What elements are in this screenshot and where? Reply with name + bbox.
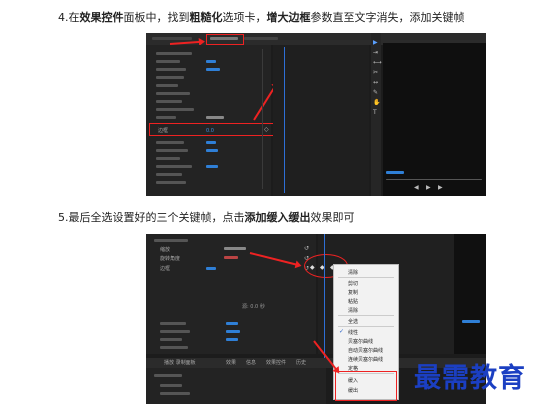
list-item [160, 384, 182, 387]
slip-tool-icon[interactable]: ↔ [373, 79, 378, 86]
prop-row [160, 338, 182, 341]
menu-item-clear[interactable]: 清除 [348, 269, 358, 276]
menu-item-linear[interactable]: 线性 [348, 329, 358, 336]
step-back-icon[interactable]: ◀ [414, 184, 419, 191]
prop-row [156, 76, 184, 79]
prop-value [206, 68, 220, 71]
tab-effect-controls[interactable]: 效果控件 [266, 360, 286, 366]
prop-value [206, 116, 224, 119]
prop-row [160, 322, 186, 325]
tab-media-browser[interactable]: 播放 录制面板 [164, 360, 196, 366]
ease-in-out-highlight [335, 371, 397, 401]
prop-value [206, 60, 216, 63]
color-swatch [224, 256, 238, 259]
menu-separator [338, 315, 394, 316]
tab-placeholder [244, 37, 278, 40]
tab-info[interactable]: 信息 [246, 360, 256, 366]
menu-item-delete[interactable]: 清除 [348, 307, 358, 314]
timeline-label: 源: 0.0 秒 [242, 304, 265, 310]
prop-row [160, 346, 188, 349]
keyframe-column-divider [262, 49, 263, 189]
step-5-caption: 5.最后全选设置好的三个关键帧，点击添加缓入缓出效果即可 [58, 211, 355, 224]
prop-row [156, 108, 194, 111]
track-select-icon[interactable]: ⇥ [373, 49, 378, 56]
menu-item-select-all[interactable]: 全选 [348, 318, 358, 325]
prop-row [156, 92, 190, 95]
prop-row [160, 330, 190, 333]
effect-controls-panel [146, 234, 316, 354]
prop-row [156, 60, 180, 63]
border-row-label: 边框 [160, 266, 171, 272]
keyframe-timeline [273, 45, 369, 196]
prop-row [156, 149, 188, 152]
rotation-row-label: 旋转角度 [160, 256, 181, 262]
prop-value [206, 149, 218, 152]
prop-row [156, 157, 180, 160]
prop-row [156, 173, 182, 176]
razor-tool-icon[interactable]: ✂ [373, 69, 378, 76]
menu-item-auto-bezier[interactable]: 自动贝塞尔曲线 [348, 347, 383, 354]
prop-value [226, 322, 238, 325]
prop-row [156, 165, 192, 168]
step-forward-icon[interactable]: ▶ [438, 184, 443, 191]
prop-value [226, 330, 240, 333]
prop-row [156, 84, 178, 87]
scrubber [386, 179, 482, 180]
prop-row [154, 239, 188, 242]
pen-tool-icon[interactable]: ✎ [373, 89, 378, 96]
scale-row-label: 缩放 [160, 247, 171, 253]
tab-placeholder [152, 37, 192, 40]
menu-separator [338, 326, 394, 327]
prop-row [156, 52, 192, 55]
prop-row [156, 181, 186, 184]
menu-item-bezier[interactable]: 贝塞尔曲线 [348, 338, 373, 345]
prop-row [156, 141, 184, 144]
prop-value [206, 165, 218, 168]
prop-value [226, 338, 238, 341]
effect-controls-tab-highlight [206, 34, 244, 45]
reset-icon[interactable]: ↺ [304, 245, 309, 252]
prop-value [206, 267, 216, 270]
timecode [462, 320, 480, 323]
playhead [324, 234, 325, 359]
program-monitor [454, 234, 486, 354]
prop-row [156, 100, 182, 103]
watermark-logo: 最需教育 [414, 363, 526, 394]
selection-tool-icon[interactable]: ▶ [373, 39, 378, 46]
program-monitor-header [383, 33, 486, 43]
search-field [154, 374, 182, 377]
hand-tool-icon[interactable]: ✋ [373, 99, 380, 106]
prop-value [206, 141, 216, 144]
timecode [386, 171, 404, 174]
checkmark-icon: ✓ [339, 328, 345, 335]
prop-row [156, 116, 176, 119]
tab-history[interactable]: 历史 [296, 360, 306, 366]
prop-row [156, 68, 186, 71]
ripple-tool-icon[interactable]: ⟷ [373, 59, 382, 66]
menu-separator [338, 277, 394, 278]
type-tool-icon[interactable]: T [373, 109, 377, 116]
menu-item-paste[interactable]: 粘贴 [348, 298, 358, 305]
tab-effects[interactable]: 效果 [226, 360, 236, 366]
screenshot-effect-controls: 边框 0.0 ◇ ▶ ⇥ ⟷ ✂ ↔ ✎ ✋ T ▶ ◀ ▶ [146, 33, 486, 196]
playhead [284, 47, 285, 193]
prop-value [224, 247, 246, 250]
play-icon[interactable]: ▶ [426, 184, 431, 191]
step-4-caption: 4.在效果控件面板中，找到粗糙化选项卡，增大边框参数直至文字消失，添加关键帧 [58, 11, 465, 24]
list-item [160, 392, 190, 395]
menu-item-continuous-bezier[interactable]: 连续贝塞尔曲线 [348, 356, 383, 363]
menu-item-copy[interactable]: 复制 [348, 289, 358, 296]
menu-item-cut[interactable]: 剪切 [348, 280, 358, 287]
